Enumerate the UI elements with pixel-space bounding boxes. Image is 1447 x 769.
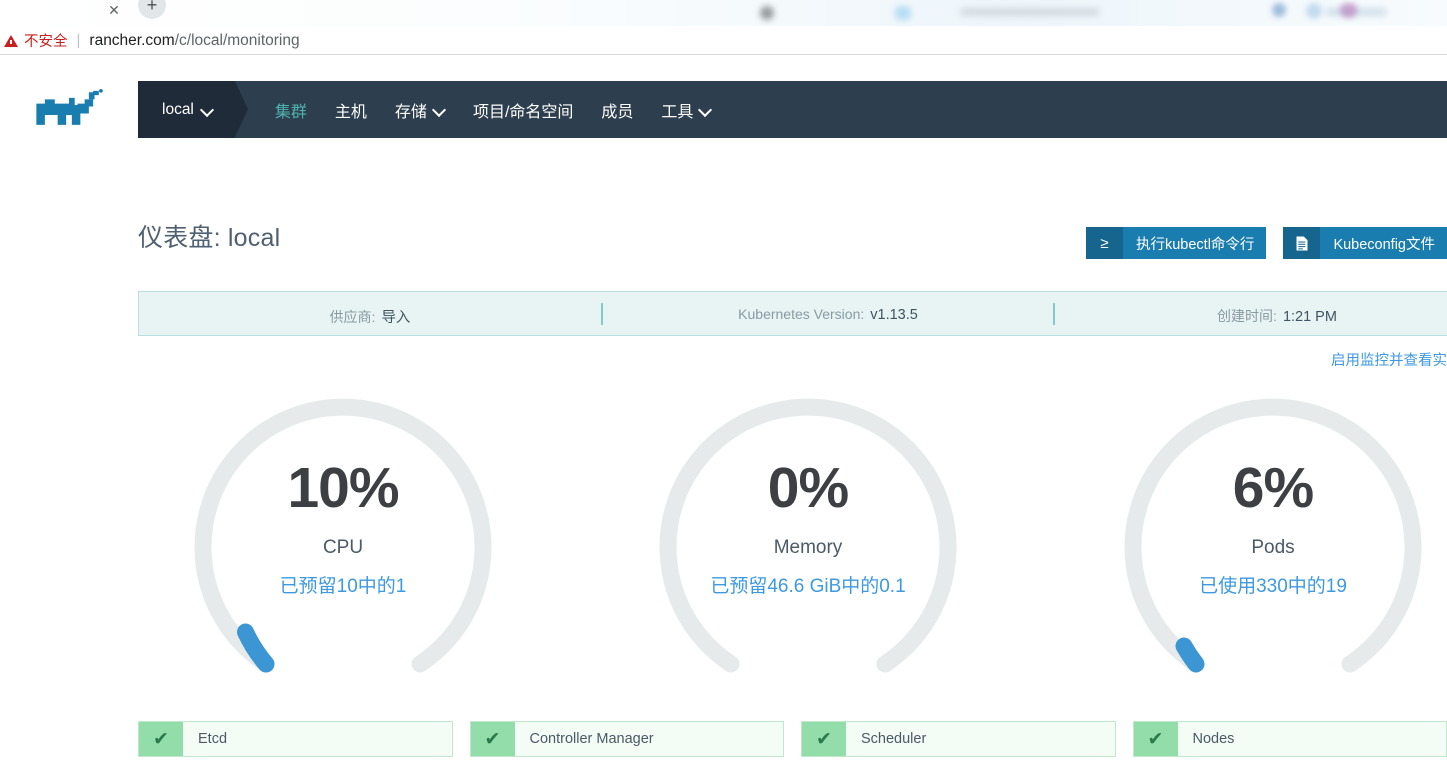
- nav-item-projects-namespaces[interactable]: 项目/命名空间: [459, 81, 587, 138]
- gauge-pods: 6% Pods 已使用330中的19: [1088, 378, 1447, 708]
- kubeconfig-file-label: Kubeconfig文件: [1333, 236, 1435, 253]
- extension-icon-2[interactable]: [1306, 3, 1322, 19]
- status-card-nodes[interactable]: ✔ Nodes: [1132, 721, 1447, 757]
- cluster-info-bar: 供应商: 导入 Kubernetes Version: v1.13.5 创建时间…: [138, 291, 1447, 336]
- url-host: rancher.com: [89, 31, 175, 49]
- nav-item-tools[interactable]: 工具: [647, 81, 725, 138]
- status-card-etcd-label: Etcd: [198, 731, 228, 747]
- check-icon: ✔: [139, 722, 183, 756]
- status-card-etcd[interactable]: ✔ Etcd: [138, 721, 453, 757]
- status-card-controller-manager[interactable]: ✔ Controller Manager: [469, 721, 784, 757]
- blurred-tab-favicon-2: [895, 6, 911, 20]
- info-created-value: 1:21 PM: [1282, 309, 1337, 325]
- info-k8s-version-value: v1.13.5: [870, 307, 918, 323]
- info-provider-value: 导入: [381, 310, 411, 326]
- nav-item-storage-label: 存储: [394, 103, 427, 121]
- status-card-controller-manager-label: Controller Manager: [529, 731, 654, 747]
- gauge-memory-name: Memory: [773, 537, 843, 558]
- gauge-cpu-subtitle: 已预留10中的1: [279, 576, 407, 597]
- gauge-memory: 0% Memory 已预留46.6 GiB中的0.1: [623, 378, 993, 708]
- top-navigation-bar: local 集群 主机 存储 项目/命名空间 成员 工具: [138, 81, 1447, 138]
- nav-item-projects-namespaces-label: 项目/命名空间: [472, 103, 574, 121]
- extension-icon-3[interactable]: [1340, 3, 1357, 18]
- logo-cell: [0, 81, 138, 138]
- browser-address-bar[interactable]: 不安全 | rancher.com/c/local/monitoring: [0, 26, 1447, 55]
- gauge-cpu-percent: 10%: [287, 456, 399, 520]
- rancher-app: local 集群 主机 存储 项目/命名空间 成员 工具 仪表盘: local …: [0, 56, 1447, 769]
- check-icon: ✔: [470, 722, 515, 756]
- info-provider-label: 供应商:: [329, 309, 376, 325]
- terminal-prompt-icon: ≥: [1085, 227, 1123, 259]
- gauge-pods-center: 6% Pods 已使用330中的19: [1088, 378, 1447, 708]
- page-title: 仪表盘: local: [138, 218, 280, 254]
- document-icon: [1283, 227, 1321, 259]
- browser-tab-strip: ✕ +: [0, 0, 1447, 26]
- gauge-memory-percent: 0%: [767, 456, 849, 520]
- gauge-pods-percent: 6%: [1232, 456, 1314, 520]
- enable-monitoring-link[interactable]: 启用监控并查看实: [1331, 349, 1447, 370]
- gauge-cpu-center: 10% CPU 已预留10中的1: [158, 378, 528, 708]
- check-icon: ✔: [1133, 722, 1178, 756]
- gauge-pods-name: Pods: [1251, 537, 1295, 558]
- gauge-memory-center: 0% Memory 已预留46.6 GiB中的0.1: [623, 378, 993, 708]
- new-tab-icon[interactable]: +: [138, 0, 166, 19]
- header-actions: ≥ 执行kubectl命令行 Kubeconfig文件: [1085, 227, 1447, 259]
- kubeconfig-file-button[interactable]: Kubeconfig文件: [1283, 227, 1447, 259]
- status-card-scheduler[interactable]: ✔ Scheduler: [801, 721, 1116, 757]
- check-icon: ✔: [802, 722, 846, 756]
- launch-kubectl-label: 执行kubectl命令行: [1135, 236, 1255, 253]
- not-secure-label: 不安全: [24, 34, 68, 50]
- nav-item-tools-label: 工具: [661, 103, 694, 121]
- not-secure-warning-icon: [4, 34, 18, 48]
- chevron-down-icon: [700, 104, 711, 115]
- chevron-down-icon: [434, 104, 445, 115]
- nav-links: 集群 主机 存储 项目/命名空间 成员 工具: [235, 81, 726, 138]
- cluster-picker-dropdown[interactable]: local: [138, 81, 248, 138]
- info-k8s-version: Kubernetes Version: v1.13.5: [603, 292, 1053, 335]
- page-title-prefix: 仪表盘:: [138, 224, 228, 252]
- nav-item-hosts[interactable]: 主机: [321, 81, 381, 138]
- status-card-scheduler-label: Scheduler: [861, 731, 927, 747]
- gauge-memory-subtitle: 已预留46.6 GiB中的0.1: [710, 576, 906, 597]
- nav-item-clusters-label: 集群: [274, 103, 307, 121]
- nav-item-members-label: 成员: [601, 103, 634, 121]
- resource-gauges: 10% CPU 已预留10中的1 0% Memory 已预留46.6 GiB中的…: [138, 378, 1447, 718]
- status-card-nodes-label: Nodes: [1192, 731, 1235, 747]
- gauge-pods-subtitle: 已使用330中的19: [1199, 576, 1347, 597]
- launch-kubectl-button[interactable]: ≥ 执行kubectl命令行: [1085, 227, 1267, 259]
- info-created-label: 创建时间:: [1217, 308, 1277, 324]
- nav-item-storage[interactable]: 存储: [381, 81, 459, 138]
- nav-item-members[interactable]: 成员: [587, 81, 647, 138]
- document-icon-glyph: [1295, 235, 1309, 251]
- gauge-cpu-name: CPU: [322, 537, 364, 558]
- info-provider: 供应商: 导入: [139, 292, 601, 335]
- close-tab-icon[interactable]: ✕: [104, 0, 124, 20]
- page-title-value: local: [227, 224, 281, 252]
- url-path: /c/local/monitoring: [174, 31, 300, 49]
- extension-icon-1[interactable]: [1272, 3, 1286, 17]
- gauge-cpu: 10% CPU 已预留10中的1: [158, 378, 528, 708]
- rancher-cow-logo[interactable]: [33, 88, 105, 132]
- blurred-tab-title: [960, 8, 1100, 16]
- component-status-row: ✔ Etcd ✔ Controller Manager ✔ Scheduler …: [138, 721, 1447, 761]
- cluster-picker-label: local: [162, 100, 194, 118]
- nav-item-hosts-label: 主机: [334, 103, 367, 121]
- blurred-tab-favicon: [760, 6, 774, 20]
- info-created: 创建时间: 1:21 PM: [1055, 292, 1447, 335]
- address-divider: |: [76, 32, 81, 49]
- chevron-down-icon: [202, 104, 213, 115]
- nav-item-clusters[interactable]: 集群: [261, 81, 321, 138]
- info-k8s-version-label: Kubernetes Version:: [738, 306, 865, 322]
